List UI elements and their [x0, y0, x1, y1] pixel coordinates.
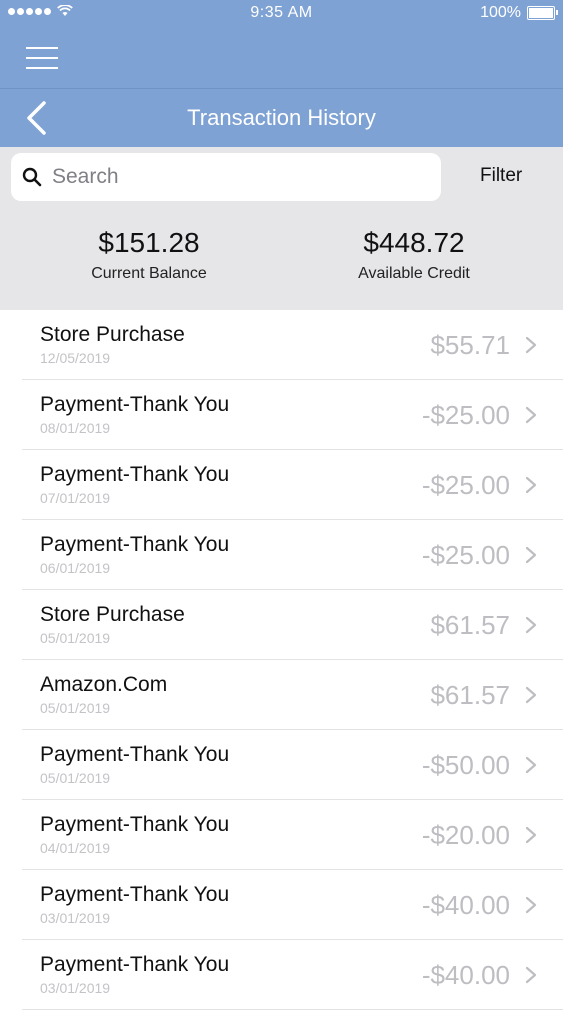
transaction-date: 05/01/2019 [40, 630, 111, 646]
battery-icon [527, 6, 558, 20]
transaction-amount: $55.71 [430, 330, 510, 360]
available-credit-label: Available Credit [358, 265, 470, 282]
transaction-amount: -$25.00 [421, 400, 510, 430]
transaction-name: Payment-Thank You [40, 953, 230, 976]
status-time: 9:35 AM [250, 4, 313, 21]
chevron-right-icon [525, 826, 537, 844]
transaction-date: 06/01/2019 [40, 560, 111, 576]
transaction-row[interactable]: Payment-Thank You 04/01/2019 -$20.00 [0, 800, 563, 870]
transaction-date: 07/01/2019 [40, 490, 111, 506]
current-balance-block: $151.28 Current Balance [49, 227, 249, 283]
battery-percent: 100% [480, 4, 521, 21]
transaction-name: Payment-Thank You [40, 533, 230, 556]
transaction-amount: -$40.00 [421, 890, 510, 920]
transaction-amount: -$20.00 [421, 820, 510, 850]
transaction-date: 03/01/2019 [40, 910, 111, 926]
nav-bar: Transaction History [0, 89, 563, 147]
hamburger-icon[interactable] [26, 47, 58, 69]
chevron-right-icon [525, 616, 537, 634]
chevron-right-icon [525, 336, 537, 354]
available-credit-amount: $448.72 [363, 227, 465, 258]
transaction-amount: -$25.00 [421, 470, 510, 500]
chevron-right-icon [525, 756, 537, 774]
transaction-row[interactable]: Payment-Thank You 08/01/2019 -$25.00 [0, 380, 563, 450]
chevron-right-icon [525, 406, 537, 424]
transaction-name: Amazon.Com [40, 673, 168, 696]
chevron-right-icon [525, 476, 537, 494]
transaction-date: 04/01/2019 [40, 840, 111, 856]
transaction-amount: -$25.00 [421, 540, 510, 570]
search-input[interactable] [50, 164, 434, 190]
transaction-row[interactable]: Payment-Thank You 05/01/2019 -$50.00 [0, 730, 563, 800]
transaction-name: Payment-Thank You [40, 393, 230, 416]
current-balance-label: Current Balance [91, 265, 207, 282]
chevron-right-icon [525, 896, 537, 914]
status-bar: 9:35 AM 100% [0, 0, 563, 28]
transaction-date: 08/01/2019 [40, 420, 111, 436]
transaction-amount: -$50.00 [421, 750, 510, 780]
transaction-name: Store Purchase [40, 323, 185, 346]
transaction-row[interactable]: Payment-Thank You 07/01/2019 -$25.00 [0, 450, 563, 520]
transaction-row[interactable]: Payment-Thank You 06/01/2019 -$25.00 [0, 520, 563, 590]
current-balance-amount: $151.28 [98, 227, 200, 258]
chevron-right-icon [525, 546, 537, 564]
chevron-right-icon [525, 966, 537, 984]
transaction-row[interactable]: Amazon.Com 05/01/2019 $61.57 [0, 660, 563, 730]
transaction-amount: $61.57 [430, 680, 510, 710]
transaction-name: Payment-Thank You [40, 883, 230, 906]
transaction-name: Payment-Thank You [40, 463, 230, 486]
transaction-row[interactable]: Store Purchase 12/05/2019 $55.71 [0, 310, 563, 380]
search-box[interactable] [11, 153, 441, 201]
transaction-date: 05/01/2019 [40, 700, 111, 716]
status-right: 100% [480, 4, 558, 22]
chevron-right-icon [525, 686, 537, 704]
transaction-row[interactable]: Payment-Thank You 03/01/2019 -$40.00 [0, 870, 563, 940]
transaction-date: 05/01/2019 [40, 770, 111, 786]
transaction-date: 12/05/2019 [40, 350, 111, 366]
filter-button[interactable]: Filter [480, 165, 522, 187]
page-title: Transaction History [187, 105, 376, 130]
transaction-name: Store Purchase [40, 603, 185, 626]
search-icon [22, 167, 42, 187]
transaction-amount: $61.57 [430, 610, 510, 640]
transaction-name: Payment-Thank You [40, 743, 230, 766]
transaction-date: 03/01/2019 [40, 980, 111, 996]
transaction-name: Payment-Thank You [40, 813, 230, 836]
transaction-row[interactable]: Store Purchase 05/01/2019 $61.57 [0, 590, 563, 660]
menu-bar [0, 28, 563, 88]
search-summary-section: Filter $151.28 Current Balance $448.72 A… [0, 147, 563, 310]
available-credit-block: $448.72 Available Credit [314, 227, 514, 283]
transaction-list: Store Purchase 12/05/2019 $55.71 Payment… [0, 310, 563, 1010]
transaction-amount: -$40.00 [421, 960, 510, 990]
